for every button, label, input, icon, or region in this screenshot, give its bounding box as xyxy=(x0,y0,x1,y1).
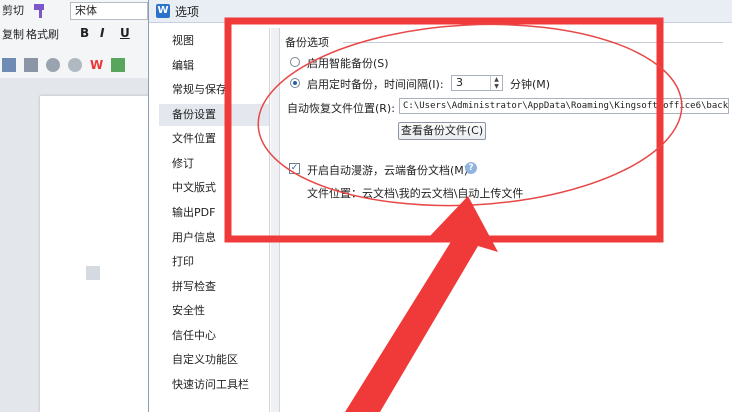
cloud-roaming-checkbox[interactable]: ✓ xyxy=(289,163,300,174)
group-title: 备份选项 xyxy=(285,36,329,49)
format-painter-button[interactable]: 格式刷 xyxy=(26,26,59,42)
interval-unit: 分钟(M) xyxy=(510,78,551,91)
font-name-select[interactable]: 宋体 xyxy=(70,2,148,20)
smart-backup-radio[interactable] xyxy=(290,57,300,67)
page-icon xyxy=(86,266,100,280)
redo-icon[interactable] xyxy=(68,58,82,72)
nav-item-user-info[interactable]: 用户信息 xyxy=(159,227,269,249)
nav-item-revision[interactable]: 修订 xyxy=(159,153,269,175)
nav-item-general-save[interactable]: 常规与保存 xyxy=(159,79,269,101)
stepper-down-icon[interactable]: ▼ xyxy=(491,83,502,90)
nav-item-view[interactable]: 视图 xyxy=(159,30,269,52)
watermark-url: jingyan.baidu.com xyxy=(570,380,672,393)
options-nav: 视图 编辑 常规与保存 备份设置 文件位置 修订 中文版式 输出PDF 用户信息… xyxy=(159,28,270,412)
nav-item-print[interactable]: 打印 xyxy=(159,251,269,273)
print-preview-icon[interactable] xyxy=(2,58,16,72)
quick-access-bar: W xyxy=(2,58,126,72)
auto-recover-path-value: C:\Users\Administrator\AppData\Roaming\K… xyxy=(403,101,729,111)
interval-value: 3 xyxy=(456,76,463,89)
copy-button[interactable]: 复制 xyxy=(2,26,24,42)
undo-icon[interactable] xyxy=(46,58,60,72)
nav-item-file-location[interactable]: 文件位置 xyxy=(159,128,269,150)
nav-item-security[interactable]: 安全性 xyxy=(159,300,269,322)
italic-button[interactable]: I xyxy=(100,26,104,40)
app-icon: W xyxy=(156,4,170,18)
dialog-title: 选项 xyxy=(175,5,200,19)
font-name-value: 宋体 xyxy=(75,4,97,17)
wps-logo-icon: W xyxy=(90,58,104,72)
smart-backup-label: 启用智能备份(S) xyxy=(307,57,389,70)
timed-backup-radio[interactable] xyxy=(290,78,300,88)
view-backup-button[interactable]: 查看备份文件(C) xyxy=(398,122,486,140)
nav-item-spellcheck[interactable]: 拼写检查 xyxy=(159,276,269,298)
stepper-buttons: ▲ ▼ xyxy=(490,76,502,90)
dialog-titlebar[interactable]: W 选项 xyxy=(149,0,732,23)
cloud-roaming-label: 开启自动漫游，云端备份文档(M) xyxy=(307,164,469,177)
timed-backup-label: 启用定时备份，时间间隔(I): xyxy=(307,78,444,91)
document-page[interactable] xyxy=(40,96,152,412)
nav-item-export-pdf[interactable]: 输出PDF xyxy=(159,202,269,224)
auto-recover-path-field[interactable]: C:\Users\Administrator\AppData\Roaming\K… xyxy=(399,98,729,114)
interval-stepper[interactable]: 3 ▲ ▼ xyxy=(451,75,503,91)
underline-button[interactable]: U xyxy=(120,26,130,40)
help-icon[interactable]: ? xyxy=(465,162,477,174)
save-icon[interactable] xyxy=(24,58,38,72)
nav-item-trust-center[interactable]: 信任中心 xyxy=(159,325,269,347)
watermark-brand: Bai du 经验 xyxy=(560,351,699,376)
nav-item-edit[interactable]: 编辑 xyxy=(159,55,269,77)
format-painter-icon[interactable] xyxy=(32,2,50,20)
auto-recover-label: 自动恢复文件位置(R): xyxy=(287,102,395,115)
copy-label: 复制 xyxy=(2,28,24,41)
nav-item-chinese-layout[interactable]: 中文版式 xyxy=(159,177,269,199)
spellcheck-icon[interactable] xyxy=(111,58,126,72)
stepper-up-icon[interactable]: ▲ xyxy=(491,76,502,83)
nav-item-backup[interactable]: 备份设置 xyxy=(159,104,269,126)
format-painter-label: 格式刷 xyxy=(26,28,59,41)
group-divider xyxy=(343,42,723,43)
bold-button[interactable]: B xyxy=(80,26,89,40)
nav-item-quick-access[interactable]: 快速访问工具栏 xyxy=(159,374,269,396)
nav-item-customize-ribbon[interactable]: 自定义功能区 xyxy=(159,349,269,371)
cut-label: 剪切 xyxy=(2,4,24,17)
cut-button[interactable]: 剪切 xyxy=(2,2,24,18)
file-location-label: 文件位置：云文档\我的云文档\自动上传文件 xyxy=(307,187,524,200)
nav-scrollbar[interactable] xyxy=(271,28,280,412)
